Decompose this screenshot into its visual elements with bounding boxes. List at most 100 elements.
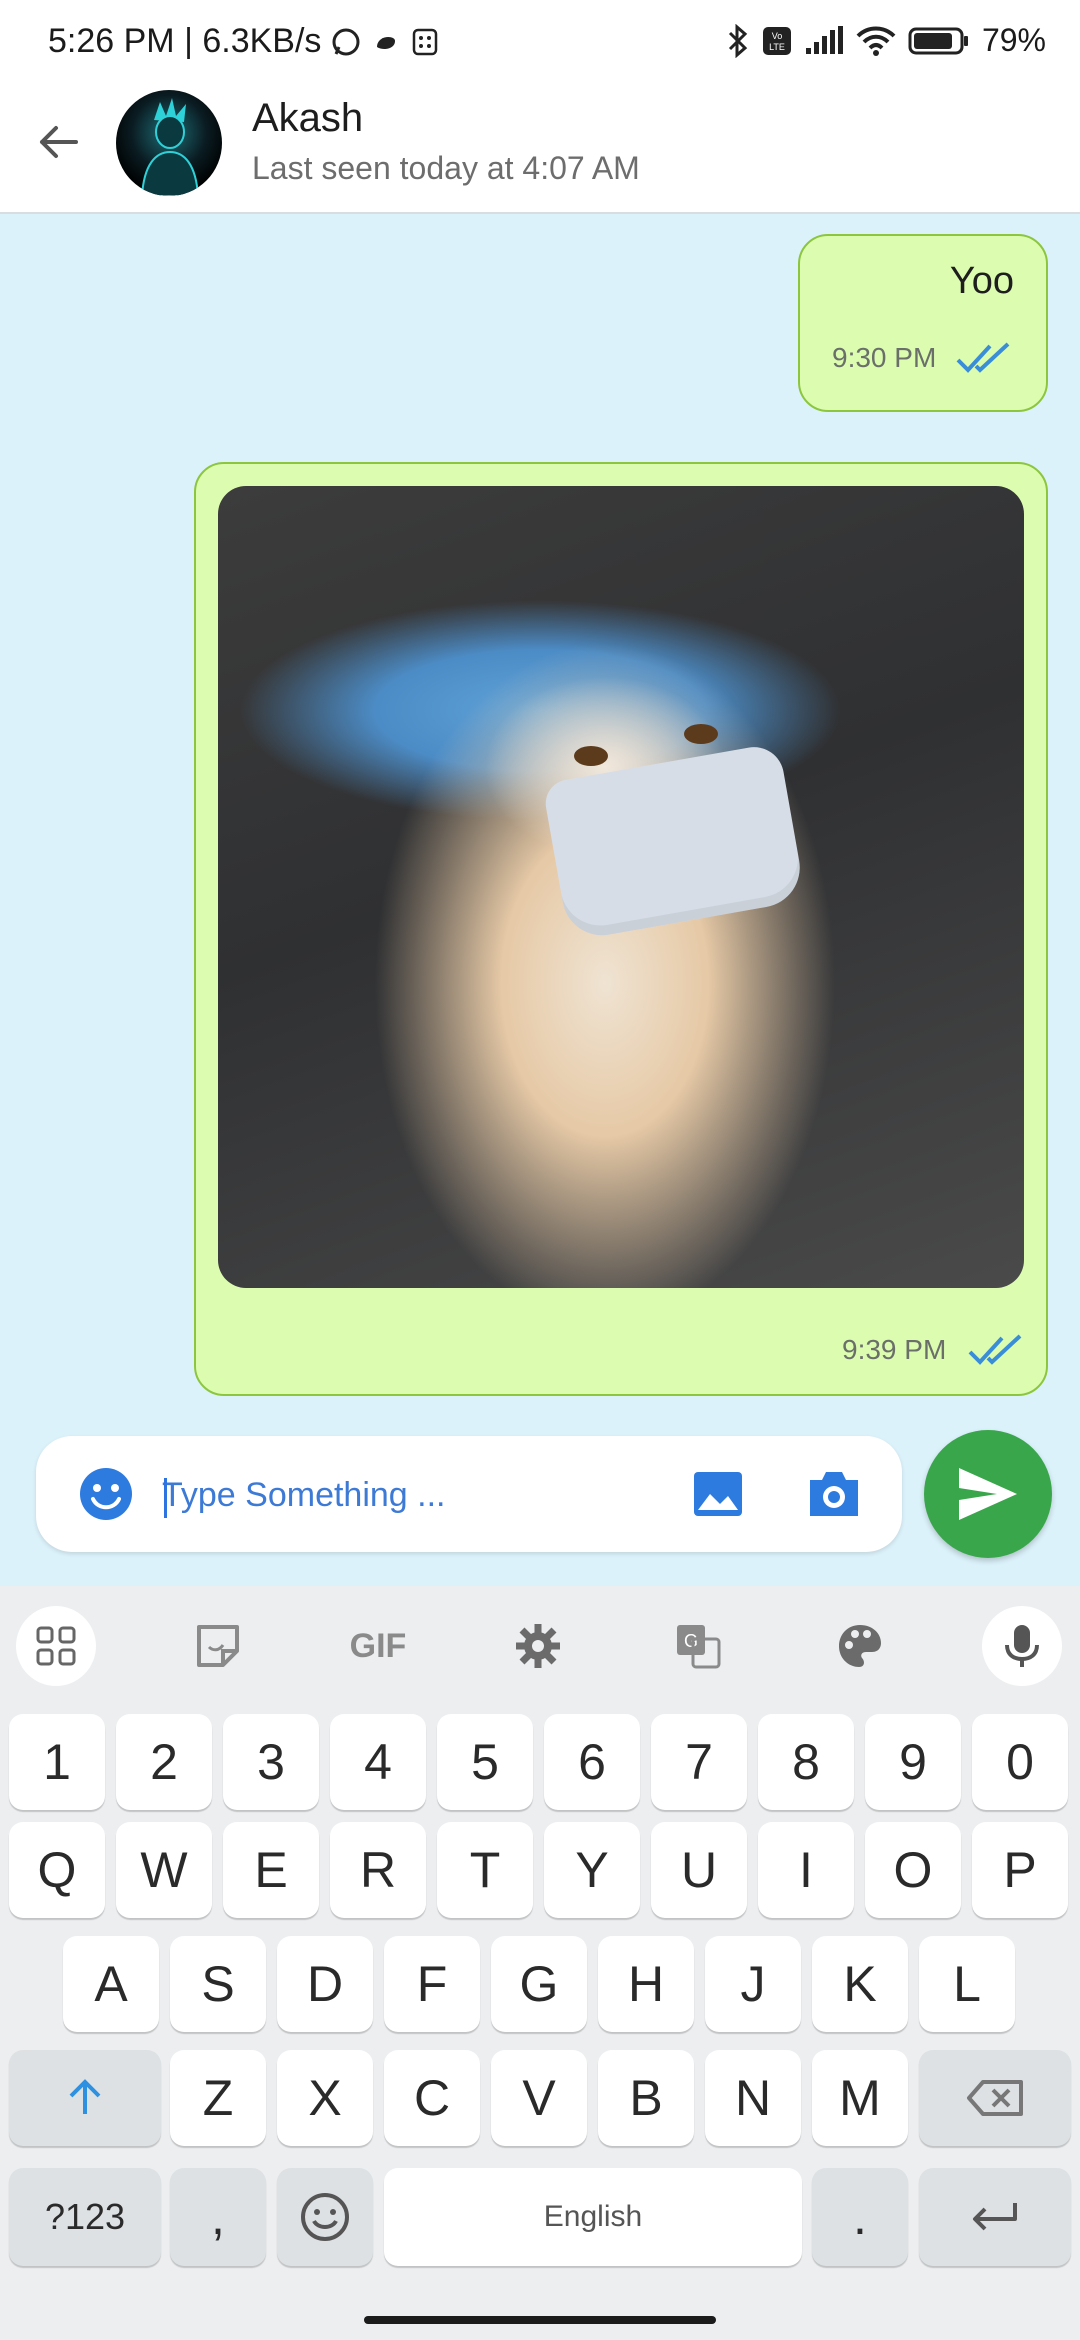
translate-glyph: G [684,1631,698,1651]
key-d[interactable]: D [277,1936,373,2032]
apps-grid-icon [36,1626,76,1666]
wifi-icon [856,26,896,56]
key-b[interactable]: B [598,2050,694,2146]
battery-percent: 79% [981,22,1046,58]
key-7[interactable]: 7 [651,1714,747,1810]
key-j[interactable]: J [705,1936,801,2032]
smiley-icon [80,1468,132,1520]
key-s[interactable]: S [170,1936,266,2032]
camera-button[interactable] [804,1466,864,1522]
key-y[interactable]: Y [544,1822,640,1918]
sticker-button[interactable] [178,1606,258,1686]
double-check-read-icon [968,1334,1022,1365]
sticker-icon [197,1625,239,1667]
settings-button[interactable] [498,1606,578,1686]
key-9[interactable]: 9 [865,1714,961,1810]
shift-key[interactable] [9,2050,161,2146]
backspace-key[interactable] [919,2050,1071,2146]
key-w[interactable]: W [116,1822,212,1918]
theme-button[interactable] [820,1606,900,1686]
status-time-speed: 5:26 PM | 6.3KB/s [48,22,322,60]
key-f[interactable]: F [384,1936,480,2032]
gallery-button[interactable] [690,1466,746,1522]
key-3[interactable]: 3 [223,1714,319,1810]
message-bubble-image[interactable]: 9:39 PM [194,462,1048,1396]
emoji-key[interactable] [277,2168,373,2266]
status-bar: 5:26 PM | 6.3KB/s Vo LTE 79% [0,0,1080,84]
key-u[interactable]: U [651,1822,747,1918]
key-4[interactable]: 4 [330,1714,426,1810]
key-8[interactable]: 8 [758,1714,854,1810]
whatsapp-icon [331,27,361,57]
key-q[interactable]: Q [9,1822,105,1918]
palette-icon [839,1625,881,1667]
camera-icon [810,1472,858,1516]
translate-button[interactable]: G [658,1606,738,1686]
message-time: 9:39 PM [842,1334,947,1365]
key-c[interactable]: C [384,2050,480,2146]
kitten-photo[interactable] [218,486,1024,1288]
status-left: 5:26 PM | 6.3KB/s [48,22,439,61]
key-m[interactable]: M [812,2050,908,2146]
chat-area[interactable]: Yoo 9:30 PM 9:39 PM [0,214,1080,1586]
key-h[interactable]: H [598,1936,694,2032]
enter-arrow-icon [973,2203,1017,2231]
message-text: Yoo [949,260,1014,302]
send-button[interactable] [924,1430,1052,1558]
key-z[interactable]: Z [170,2050,266,2146]
comma-key[interactable]: , [170,2168,266,2266]
chat-header: Akash Last seen today at 4:07 AM [0,84,1080,214]
symbols-key[interactable]: ?123 [9,2168,161,2266]
apps-grid-button[interactable] [16,1606,96,1686]
volte-icon: Vo LTE [762,26,792,56]
message-time: 9:30 PM [832,342,937,373]
key-n[interactable]: N [705,2050,801,2146]
message-input[interactable] [162,1460,702,1530]
voice-input-button[interactable] [982,1606,1062,1686]
key-t[interactable]: T [437,1822,533,1918]
bluetooth-icon [726,23,750,58]
key-0[interactable]: 0 [972,1714,1068,1810]
avatar-figure-icon [140,98,200,196]
key-p[interactable]: P [972,1822,1068,1918]
key-1[interactable]: 1 [9,1714,105,1810]
battery-icon [908,26,970,56]
key-r[interactable]: R [330,1822,426,1918]
last-seen-status: Last seen today at 4:07 AM [252,150,640,186]
enter-key[interactable] [919,2168,1071,2266]
shift-arrow-icon [69,2079,101,2114]
arrow-left-icon [40,126,78,158]
key-l[interactable]: L [919,1936,1015,2032]
text-cursor [164,1478,167,1518]
key-e[interactable]: E [223,1822,319,1918]
backspace-icon [967,2080,1023,2116]
key-i[interactable]: I [758,1822,854,1918]
signal-icon [804,25,844,56]
key-v[interactable]: V [491,2050,587,2146]
microphone-icon [1005,1625,1039,1667]
key-6[interactable]: 6 [544,1714,640,1810]
double-check-read-icon [956,342,1010,373]
key-5[interactable]: 5 [437,1714,533,1810]
period-key[interactable]: . [812,2168,908,2266]
key-g[interactable]: G [491,1936,587,2032]
back-button[interactable] [28,112,88,172]
key-a[interactable]: A [63,1936,159,2032]
translate-icon: G [677,1625,721,1669]
avatar[interactable] [116,90,222,196]
message-composer [36,1436,902,1552]
contact-name[interactable]: Akash [252,96,363,141]
calculator-notification-icon [411,27,439,57]
key-k[interactable]: K [812,1936,908,2032]
space-bar[interactable]: English [384,2168,802,2266]
key-x[interactable]: X [277,2050,373,2146]
key-o[interactable]: O [865,1822,961,1918]
soft-keyboard: GIF G 1234567890QWERTYUIOPASDFGHJKLZXCVB… [0,1586,1080,2340]
emoji-smiley-icon [301,2193,349,2241]
kitten-eye-left [574,746,608,766]
gif-button[interactable]: GIF [338,1606,418,1686]
emoji-button[interactable] [78,1466,134,1522]
message-bubble-text[interactable]: Yoo 9:30 PM [798,234,1048,412]
key-2[interactable]: 2 [116,1714,212,1810]
home-indicator[interactable] [364,2316,716,2324]
